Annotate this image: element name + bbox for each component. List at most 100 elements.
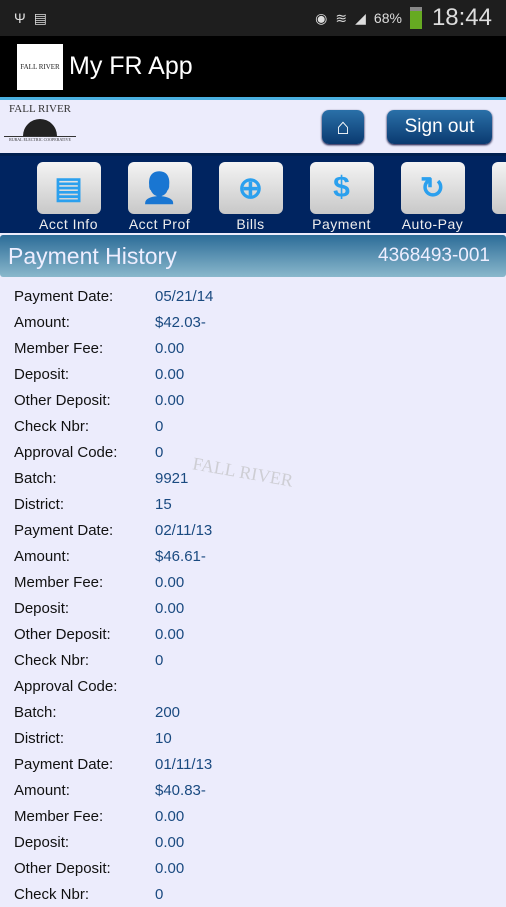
home-icon: ⌂ — [336, 114, 349, 140]
nav-tab-label: Payment — [312, 216, 371, 232]
list-item: Deposit:0.00 — [14, 361, 506, 387]
list-item: Other Deposit:0.00 — [14, 621, 506, 647]
list-item: Check Nbr:0 — [14, 881, 506, 907]
field-label: Member Fee: — [14, 340, 155, 357]
nav-tab-label: Bills — [236, 216, 264, 232]
field-value: 10 — [155, 730, 172, 747]
field-label: Other Deposit: — [14, 626, 155, 643]
list-item: District:15 — [14, 491, 506, 517]
field-label: Payment Date: — [14, 288, 155, 305]
list-item: Deposit:0.00 — [14, 829, 506, 855]
refresh-icon: ↻ — [401, 162, 465, 214]
field-label: District: — [14, 730, 155, 747]
user-edit-icon: 👤 — [128, 162, 192, 214]
list-item: Check Nbr:0 — [14, 647, 506, 673]
list-item: Amount:$42.03- — [14, 309, 506, 335]
field-label: Member Fee: — [14, 574, 155, 591]
list-item: Payment Date:01/11/13 — [14, 751, 506, 777]
nav-tab-payment[interactable]: $ Payment — [296, 156, 387, 233]
nav-tab-bills[interactable]: ⊕ Bills — [205, 156, 296, 233]
list-item: Member Fee:0.00 — [14, 569, 506, 595]
field-label: Check Nbr: — [14, 418, 155, 435]
field-label: Batch: — [14, 470, 155, 487]
home-button[interactable]: ⌂ — [322, 110, 364, 144]
app-title: My FR App — [69, 52, 193, 81]
app-bar: FALL RIVER My FR App — [0, 36, 506, 100]
field-label: Deposit: — [14, 366, 155, 383]
nav-tab-acct-info[interactable]: ▤ Acct Info — [23, 156, 114, 233]
field-value: 0.00 — [155, 808, 184, 825]
list-item: Approval Code:0 — [14, 439, 506, 465]
nav-tab-label: Auto-Pay — [402, 216, 464, 232]
status-bar: Ψ ▤ ◉ ≋ ◢ 68% 18:44 — [0, 0, 506, 36]
list-item: Approval Code: — [14, 673, 506, 699]
dollar-icon: $ — [492, 162, 506, 214]
field-value: 15 — [155, 496, 172, 513]
field-value: 0 — [155, 652, 163, 669]
list-item: Other Deposit:0.00 — [14, 855, 506, 881]
list-item: Payment Date:05/21/14 — [14, 283, 506, 309]
payment-history-list: Payment Date:05/21/14Amount:$42.03-Membe… — [0, 277, 506, 907]
page-title: Payment History — [8, 243, 177, 270]
list-item: Payment Date:02/11/13 — [14, 517, 506, 543]
battery-percent: 68% — [374, 10, 402, 26]
list-item: District:10 — [14, 725, 506, 751]
usb-icon: Ψ — [14, 10, 26, 26]
field-label: Approval Code: — [14, 678, 155, 695]
signal-icon: ◢ — [355, 10, 366, 27]
field-value: 0.00 — [155, 340, 184, 357]
dollar-icon: $ — [310, 162, 374, 214]
field-label: Amount: — [14, 782, 155, 799]
list-item: Other Deposit:0.00 — [14, 387, 506, 413]
sign-out-button[interactable]: Sign out — [387, 110, 492, 144]
list-item: Amount:$40.83- — [14, 777, 506, 803]
magnify-doc-icon: ⊕ — [219, 162, 283, 214]
field-value: 0.00 — [155, 626, 184, 643]
app-logo: FALL RIVER — [17, 44, 63, 90]
list-item: Member Fee:0.00 — [14, 335, 506, 361]
nav-tab-acct-prof[interactable]: 👤 Acct Prof — [114, 156, 205, 233]
field-label: Approval Code: — [14, 444, 155, 461]
field-value: 0.00 — [155, 574, 184, 591]
field-label: Deposit: — [14, 834, 155, 851]
field-value: 0.00 — [155, 600, 184, 617]
field-label: Batch: — [14, 704, 155, 721]
list-item: Amount:$46.61- — [14, 543, 506, 569]
page-header: Payment History 4368493-001 — [0, 235, 506, 277]
field-label: Check Nbr: — [14, 652, 155, 669]
eye-icon: ◉ — [315, 10, 327, 27]
field-value: $46.61- — [155, 548, 206, 565]
field-label: Payment Date: — [14, 522, 155, 539]
field-label: Amount: — [14, 314, 155, 331]
list-item: Check Nbr:0 — [14, 413, 506, 439]
field-value: 200 — [155, 704, 180, 721]
nav-tab-label: Acct Info — [39, 216, 98, 232]
field-value: 0 — [155, 444, 163, 461]
fall-river-logo: FALL RIVERRURAL ELECTRIC COOPERATIVE — [4, 103, 76, 151]
field-label: Member Fee: — [14, 808, 155, 825]
field-label: Payment Date: — [14, 756, 155, 773]
field-value: 9921 — [155, 470, 188, 487]
id-card-icon: ▤ — [37, 162, 101, 214]
account-number: 4368493-001 — [378, 245, 490, 267]
clock: 18:44 — [432, 4, 492, 32]
list-item: Batch:200 — [14, 699, 506, 725]
nav-tab-pa[interactable]: $Pa — [478, 156, 506, 233]
battery-charging-icon — [410, 7, 422, 29]
field-value: 0.00 — [155, 392, 184, 409]
field-value: 0.00 — [155, 366, 184, 383]
list-item: Member Fee:0.00 — [14, 803, 506, 829]
list-item: Deposit:0.00 — [14, 595, 506, 621]
field-value: $40.83- — [155, 782, 206, 799]
nav-toolbar: ▤ Acct Info 👤 Acct Prof ⊕ Bills $ Payment ↻ Auto-… — [0, 156, 506, 233]
field-label: District: — [14, 496, 155, 513]
field-value: 05/21/14 — [155, 288, 213, 305]
field-value: 0.00 — [155, 860, 184, 877]
field-label: Deposit: — [14, 600, 155, 617]
nav-tab-auto-pay[interactable]: ↻ Auto-Pay — [387, 156, 478, 233]
nav-tab-label: Acct Prof — [129, 216, 190, 232]
field-label: Other Deposit: — [14, 860, 155, 877]
field-value: $42.03- — [155, 314, 206, 331]
field-label: Amount: — [14, 548, 155, 565]
field-value: 01/11/13 — [155, 756, 212, 773]
